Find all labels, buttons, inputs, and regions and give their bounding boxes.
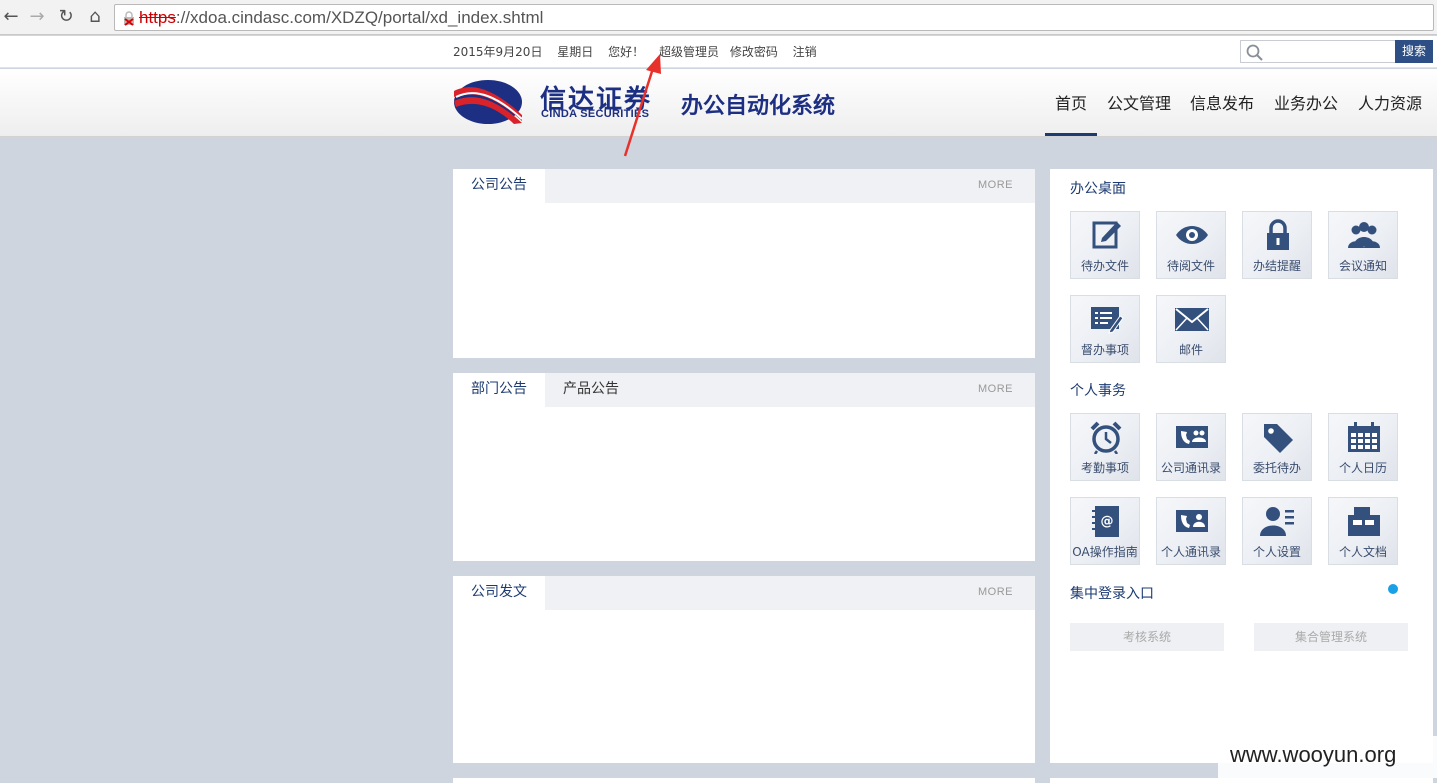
- tab-department-announcement[interactable]: 部门公告: [453, 373, 545, 407]
- search-icon: [1246, 44, 1263, 61]
- panel-tabbar: 部门公告 产品公告 MORE: [453, 373, 1035, 407]
- office-desktop-title: 办公桌面: [1070, 181, 1126, 197]
- right-sidebar: 办公桌面 待办文件 待阅文件 办结提醒 会议通知 督办事项 邮件 个人事务 考勤…: [1050, 169, 1433, 763]
- tile-label: 委托待办: [1252, 461, 1301, 475]
- tile-company-directory[interactable]: 公司通讯录: [1156, 413, 1226, 481]
- guide-book-icon: @: [1092, 506, 1119, 537]
- company-documents-panel: 公司发文 MORE: [453, 576, 1035, 763]
- tile-label: OA操作指南: [1072, 545, 1138, 559]
- tile-delegated-tasks[interactable]: 委托待办: [1242, 413, 1312, 481]
- cinda-logo-icon[interactable]: [452, 77, 524, 125]
- logout-link[interactable]: 注销: [793, 45, 817, 59]
- watermark-text: www.wooyun.org: [1218, 736, 1437, 778]
- tile-label: 待办文件: [1080, 259, 1129, 273]
- next-panel-edge: [453, 778, 1035, 783]
- nav-document-management[interactable]: 公文管理: [1107, 90, 1171, 114]
- personal-affairs-title: 个人事务: [1070, 383, 1126, 399]
- nav-information-publishing[interactable]: 信息发布: [1190, 90, 1254, 114]
- assessment-system-button[interactable]: 考核系统: [1070, 623, 1224, 651]
- change-password-link[interactable]: 修改密码: [730, 45, 778, 59]
- tile-label: 邮件: [1178, 343, 1203, 357]
- tile-attendance[interactable]: 考勤事项: [1070, 413, 1140, 481]
- insecure-lock-icon: [124, 11, 134, 26]
- forward-icon[interactable]: →: [26, 5, 48, 29]
- home-icon[interactable]: ⌂: [84, 5, 106, 29]
- eye-icon: [1176, 226, 1208, 244]
- system-title: 办公自动化系统: [681, 94, 836, 119]
- url-protocol: https: [139, 8, 176, 27]
- panel-tabbar: 公司发文 MORE: [453, 576, 1035, 610]
- user-bar: 2015年9月20日 星期日 您好！ 超级管理员 修改密码 注销 搜索: [0, 36, 1437, 68]
- tile-label: 办结提醒: [1252, 259, 1301, 273]
- tile-label: 待阅文件: [1166, 259, 1215, 273]
- department-announcement-panel: 部门公告 产品公告 MORE: [453, 373, 1035, 561]
- checklist-icon: [1091, 307, 1124, 334]
- search-button[interactable]: 搜索: [1395, 40, 1433, 63]
- tile-label: 公司通讯录: [1160, 461, 1221, 475]
- tile-personal-directory[interactable]: 个人通讯录: [1156, 497, 1226, 565]
- collective-management-system-button[interactable]: 集合管理系统: [1254, 623, 1408, 651]
- tile-oa-guide[interactable]: @ OA操作指南: [1070, 497, 1140, 565]
- nav-business-office[interactable]: 业务办公: [1274, 90, 1338, 114]
- tile-label: 督办事项: [1080, 343, 1129, 357]
- nav-active-indicator: [1045, 133, 1097, 136]
- nav-human-resources[interactable]: 人力资源: [1358, 90, 1422, 114]
- calendar-icon: [1348, 422, 1380, 452]
- lock-icon: [1267, 219, 1289, 250]
- sso-title: 集中登录入口: [1070, 586, 1154, 602]
- tab-product-announcement[interactable]: 产品公告: [545, 373, 637, 407]
- address-bar[interactable]: https://xdoa.cindasc.com/XDZQ/portal/xd_…: [114, 4, 1434, 31]
- status-dot-icon: [1388, 584, 1398, 594]
- tile-label: 个人日历: [1338, 461, 1387, 475]
- people-icon: [1348, 222, 1380, 248]
- url-text: https://xdoa.cindasc.com/XDZQ/portal/xd_…: [139, 8, 543, 28]
- tile-mail[interactable]: 邮件: [1156, 295, 1226, 363]
- alarm-clock-icon: [1090, 421, 1122, 454]
- tile-meeting-notice[interactable]: 会议通知: [1328, 211, 1398, 279]
- search-input[interactable]: [1240, 40, 1396, 63]
- tile-label: 个人通讯录: [1160, 545, 1221, 559]
- tile-completion-reminder[interactable]: 办结提醒: [1242, 211, 1312, 279]
- nav-home[interactable]: 首页: [1055, 90, 1087, 114]
- svg-text:@: @: [1101, 514, 1114, 529]
- url-path: ://xdoa.cindasc.com/XDZQ/portal/xd_index…: [175, 8, 544, 27]
- mail-icon: [1175, 308, 1209, 331]
- more-link[interactable]: MORE: [978, 383, 1013, 395]
- annotation-arrow-icon: [623, 54, 661, 157]
- user-settings-icon: [1260, 507, 1294, 536]
- tile-supervision-items[interactable]: 督办事项: [1070, 295, 1140, 363]
- tile-personal-settings[interactable]: 个人设置: [1242, 497, 1312, 565]
- tag-icon: [1264, 424, 1293, 453]
- tile-personal-calendar[interactable]: 个人日历: [1328, 413, 1398, 481]
- tab-company-announcement[interactable]: 公司公告: [453, 169, 545, 203]
- site-header: 信达证券 CINDA SECURITIES 办公自动化系统 首页 公文管理 信息…: [0, 69, 1437, 137]
- company-announcement-panel: 公司公告 MORE: [453, 169, 1035, 358]
- more-link[interactable]: MORE: [978, 179, 1013, 191]
- date-text: 2015年9月20日: [453, 45, 543, 59]
- back-icon[interactable]: ←: [0, 5, 22, 29]
- next-sidebar-edge: [1050, 778, 1433, 783]
- tile-label: 会议通知: [1338, 259, 1387, 273]
- file-cabinet-icon: [1348, 507, 1380, 536]
- tile-files-to-read[interactable]: 待阅文件: [1156, 211, 1226, 279]
- tile-label: 考勤事项: [1080, 461, 1129, 475]
- tile-personal-documents[interactable]: 个人文档: [1328, 497, 1398, 565]
- more-link[interactable]: MORE: [978, 586, 1013, 598]
- tile-label: 个人文档: [1338, 545, 1387, 559]
- browser-toolbar: ← → ↻ ⌂ https://xdoa.cindasc.com/XDZQ/po…: [0, 0, 1437, 35]
- weekday-text: 星期日: [557, 45, 594, 59]
- personal-contacts-icon: [1176, 510, 1208, 532]
- panel-tabbar: 公司公告 MORE: [453, 169, 1035, 203]
- tile-label: 个人设置: [1252, 545, 1301, 559]
- company-contacts-icon: [1176, 426, 1208, 448]
- edit-icon: [1092, 221, 1121, 249]
- tile-pending-files[interactable]: 待办文件: [1070, 211, 1140, 279]
- reload-icon[interactable]: ↻: [55, 5, 77, 29]
- tab-company-documents[interactable]: 公司发文: [453, 576, 545, 610]
